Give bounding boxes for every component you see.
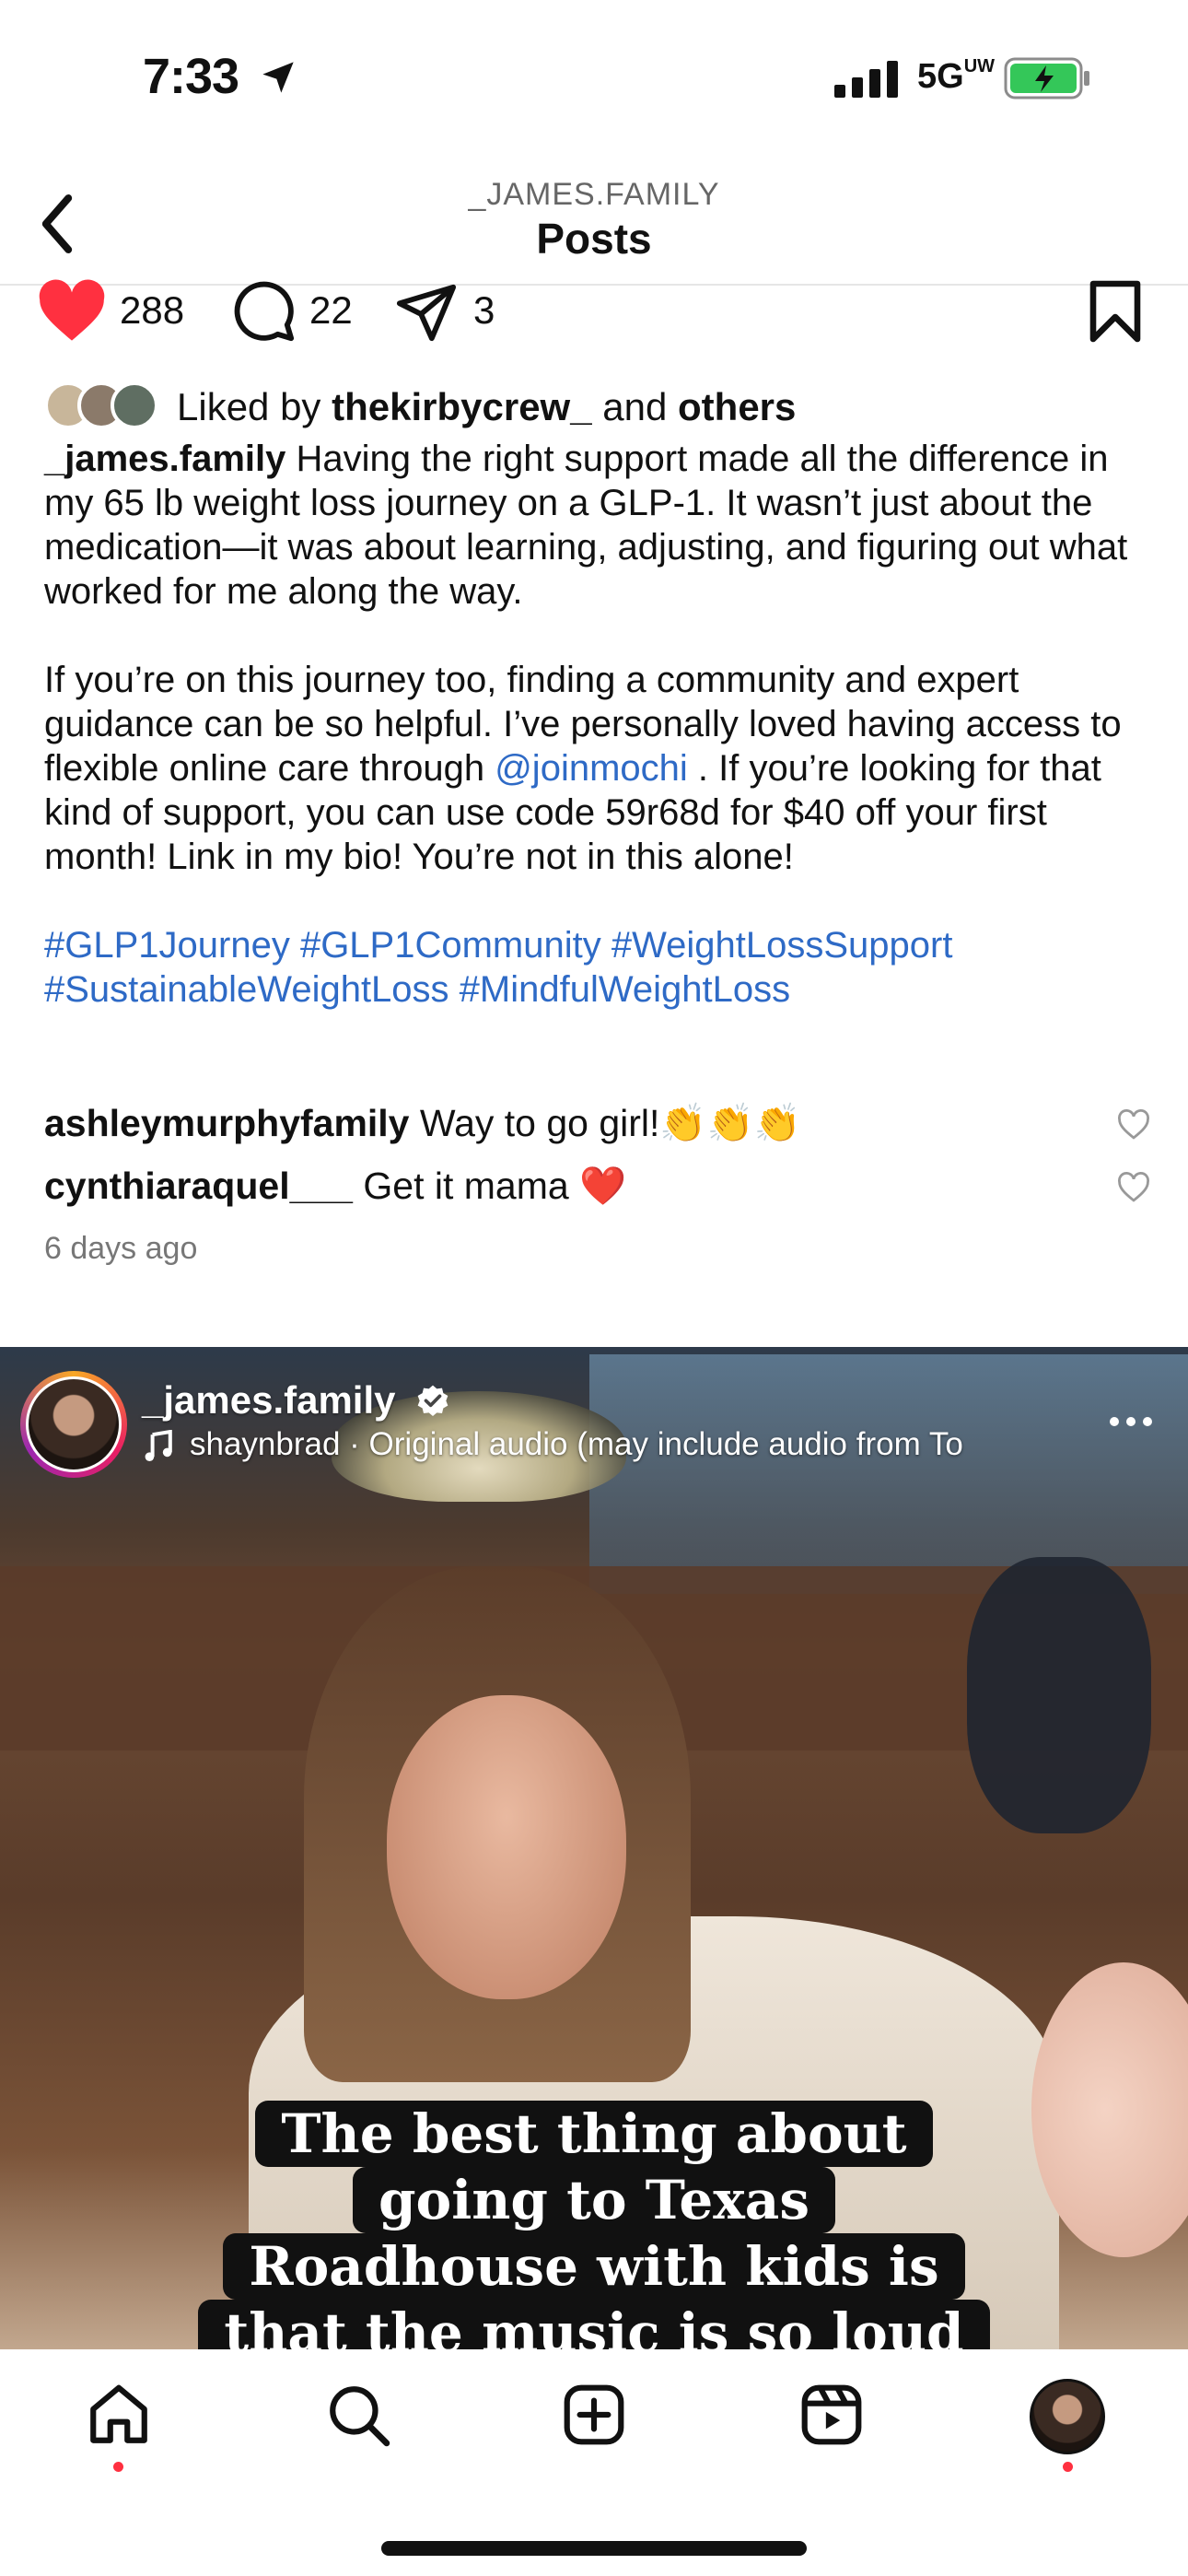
heart-filled-icon[interactable]: [37, 278, 107, 345]
battery-charging-icon: [1004, 57, 1089, 100]
overlay-line: The best thing about: [255, 2101, 933, 2167]
comment-like-icon[interactable]: [1116, 1172, 1151, 1203]
music-note-icon: [145, 1430, 172, 1461]
cellular-signal-icon: [834, 61, 898, 98]
home-indicator: [381, 2541, 807, 2556]
like-count[interactable]: 288: [120, 288, 184, 333]
post-caption: _james.family Having the right support m…: [44, 437, 1149, 1012]
status-time: 7:33: [143, 49, 239, 104]
video-scene-face: [387, 1695, 626, 1999]
notification-dot: [1063, 2462, 1073, 2472]
overlay-line: going to Texas: [352, 2167, 836, 2233]
more-options-icon[interactable]: [1103, 1399, 1159, 1445]
video-scene-child: [967, 1557, 1151, 1833]
comment-row: ashleymurphyfamily Way to go girl!👏👏👏: [44, 1102, 801, 1144]
comment-like-icon[interactable]: [1116, 1109, 1151, 1141]
caption-username[interactable]: _james.family: [44, 439, 285, 479]
bookmark-icon[interactable]: [1085, 278, 1146, 345]
video-caption-overlay: The best thing about going to Texas Road…: [0, 2101, 1188, 2366]
video-username[interactable]: _james.family: [142, 1378, 396, 1423]
share-count[interactable]: 3: [473, 288, 495, 333]
page-title: Posts: [536, 215, 652, 263]
home-icon[interactable]: [85, 2381, 153, 2449]
liked-by-avatars[interactable]: [42, 380, 171, 431]
verified-badge-icon: [417, 1385, 448, 1416]
hashtags[interactable]: #GLP1Journey #GLP1Community #WeightLossS…: [44, 923, 1149, 1012]
mention-link[interactable]: @joinmochi: [495, 748, 688, 789]
overlay-line: Roadhouse with kids is: [223, 2233, 965, 2300]
comment-row: cynthiaraquel___ Get it mama ❤️: [44, 1165, 627, 1207]
share-paper-plane-icon[interactable]: [394, 278, 459, 345]
avatar[interactable]: [26, 1376, 122, 1472]
comment-icon[interactable]: [232, 278, 297, 345]
header-divider: [0, 284, 1188, 286]
reels-icon[interactable]: [798, 2381, 866, 2449]
audio-label[interactable]: shaynbrad · Original audio (may include …: [190, 1426, 963, 1463]
create-icon[interactable]: [560, 2381, 628, 2449]
liked-by-text[interactable]: Liked by thekirbycrew_ and others: [177, 385, 796, 429]
profile-avatar[interactable]: [1030, 2379, 1105, 2454]
comment-count[interactable]: 22: [309, 288, 353, 333]
search-icon[interactable]: [324, 2381, 392, 2449]
video-scene-window: [589, 1354, 1188, 1594]
network-label: 5GUW: [917, 56, 996, 96]
header-username: _JAMES.FAMILY: [468, 177, 720, 212]
location-arrow-icon: [262, 62, 294, 93]
post-timestamp: 6 days ago: [44, 1231, 198, 1266]
notification-dot: [113, 2462, 123, 2472]
